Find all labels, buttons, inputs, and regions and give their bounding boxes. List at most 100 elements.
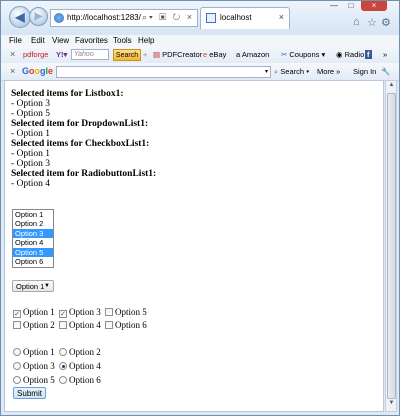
radio-button-selected[interactable]	[59, 362, 67, 370]
coupons-label: Coupons	[289, 50, 320, 59]
facebook-icon[interactable]: f	[365, 50, 372, 59]
result-line: - Option 3	[11, 159, 51, 169]
radio-label: Option 4	[69, 361, 101, 371]
listbox-option[interactable]: Option 6	[13, 257, 53, 266]
checkbox-label: Option 2	[23, 320, 55, 330]
checkbox[interactable]	[13, 321, 21, 329]
page-favicon	[54, 13, 64, 23]
checkbox-option[interactable]: Option 4	[59, 320, 101, 330]
more-button[interactable]: More »	[317, 67, 340, 76]
menu-view[interactable]: View	[52, 35, 69, 46]
scroll-up-icon[interactable]: ▲	[387, 82, 396, 92]
toolbar-pdforge: × pdforge Y!▾ Yahoo Search + ▤ PDFCreato…	[1, 46, 399, 64]
tab-close-icon[interactable]: ×	[279, 12, 284, 22]
radio-option[interactable]: Option 3	[13, 361, 55, 371]
address-url[interactable]: http://localhost:1283/ListBo	[67, 13, 141, 22]
checkbox[interactable]	[105, 308, 113, 316]
dropdown-arrow-icon: ▼	[44, 283, 50, 289]
forward-button[interactable]: ▶	[29, 7, 48, 26]
toolbar-close-icon[interactable]: ×	[10, 49, 15, 59]
result-heading: Selected item for RadiobuttonList1:	[11, 169, 157, 179]
address-tools-icons[interactable]: ⌕▾ ▣ ↻ ×	[142, 12, 194, 23]
scroll-down-icon[interactable]: ▼	[387, 400, 396, 410]
google-search-button[interactable]: ⌕ Search ▾	[274, 67, 309, 77]
result-heading: Selected items for Listbox1:	[11, 89, 124, 99]
radio-option[interactable]: Option 1	[13, 347, 55, 357]
radio-option[interactable]: Option 4	[59, 361, 101, 371]
search-chevron-icon: ▾	[304, 67, 310, 76]
radio-button[interactable]	[59, 376, 67, 384]
result-line: - Option 5	[11, 109, 51, 119]
scrollbar-thumb[interactable]	[387, 93, 396, 399]
listbox-option[interactable]: Option 4	[13, 238, 53, 247]
radio-icon: ◉	[336, 50, 345, 59]
yahoo-search-input[interactable]: Yahoo	[71, 49, 109, 60]
checkbox-option[interactable]: Option 6	[105, 320, 147, 330]
radio-button[interactable]	[13, 362, 21, 370]
minimize-button[interactable]: —	[327, 1, 341, 11]
favorites-star-icon[interactable]: ☆	[367, 16, 377, 29]
listbox1[interactable]: Option 1 Option 2 Option 3 Option 4 Opti…	[12, 209, 54, 268]
plus-icon[interactable]: +	[143, 50, 147, 59]
wrench-icon[interactable]: 🔧	[381, 67, 390, 76]
listbox-option[interactable]: Option 1	[13, 210, 53, 219]
checkbox[interactable]	[105, 321, 113, 329]
listbox-option[interactable]: Option 2	[13, 219, 53, 228]
menu-favorites[interactable]: Favorites	[75, 35, 108, 46]
radio-button[interactable]	[59, 348, 67, 356]
google-dropdown-icon[interactable]: ▾	[265, 68, 268, 75]
chevron-down-icon: ▾	[319, 50, 326, 59]
checkbox-label: Option 6	[115, 320, 147, 330]
menu-tools[interactable]: Tools	[113, 35, 132, 46]
radio-label: Radio	[344, 50, 365, 59]
google-search-input[interactable]: ▾	[56, 66, 271, 78]
listbox-option-selected[interactable]: Option 5	[13, 247, 53, 257]
checkbox-option[interactable]: Option 5	[105, 307, 147, 317]
checkbox-label: Option 4	[69, 320, 101, 330]
toolbar-ebay[interactable]: e eBay	[203, 50, 226, 59]
ebay-label: eBay	[209, 50, 227, 59]
radio-option[interactable]: Option 6	[59, 375, 101, 385]
radio-label: Option 1	[23, 347, 55, 357]
result-line: - Option 1	[11, 129, 51, 139]
menu-help[interactable]: Help	[138, 35, 154, 46]
toolbar-amazon[interactable]: a Amazon	[236, 50, 269, 59]
menu-edit[interactable]: Edit	[31, 35, 45, 46]
address-bar[interactable]: http://localhost:1283/ListBo ⌕▾ ▣ ↻ ×	[50, 9, 198, 27]
checkbox-option[interactable]: ✓ Option 3	[59, 307, 101, 318]
close-window-button[interactable]: ×	[361, 1, 387, 11]
toolbar-radio[interactable]: ◉ Radio	[336, 50, 364, 59]
signin-button[interactable]: Sign In	[353, 67, 376, 76]
result-line: - Option 4	[11, 179, 51, 189]
google-logo: Google	[22, 66, 54, 76]
vertical-scrollbar[interactable]: ▲ ▼	[385, 80, 397, 412]
overflow-chevron-icon[interactable]: »	[383, 50, 387, 59]
radio-option[interactable]: Option 2	[59, 347, 101, 357]
submit-button[interactable]: Submit	[13, 387, 46, 399]
checkbox-label: Option 3	[69, 307, 101, 317]
radio-option[interactable]: Option 5	[13, 375, 55, 385]
radio-label: Option 5	[23, 375, 55, 385]
google-toolbar-close-icon[interactable]: ×	[10, 66, 15, 76]
toolbar-coupons[interactable]: ✂ Coupons ▾	[281, 50, 325, 59]
dropdownlist1[interactable]: Option 1 ▼	[12, 280, 54, 292]
page-content: Selected items for Listbox1: - Option 3 …	[4, 80, 384, 412]
back-button[interactable]: ◀	[9, 6, 31, 28]
home-icon[interactable]: ⌂	[353, 16, 360, 28]
checkbox-option[interactable]: ✓ Option 1	[13, 307, 55, 318]
checkbox[interactable]: ✓	[59, 310, 67, 318]
checkbox[interactable]: ✓	[13, 310, 21, 318]
pdfcreator-icon: ▤	[153, 50, 163, 59]
checkbox-option[interactable]: Option 2	[13, 320, 55, 330]
radio-button[interactable]	[13, 376, 21, 384]
menu-file[interactable]: File	[9, 35, 22, 46]
radio-button[interactable]	[13, 348, 21, 356]
toolbar-pdfcreator[interactable]: ▤ PDFCreator	[153, 50, 202, 59]
settings-gear-icon[interactable]: ⚙	[381, 16, 391, 29]
listbox-option-selected[interactable]: Option 3	[13, 228, 53, 239]
checkbox[interactable]	[59, 321, 67, 329]
yahoo-search-button[interactable]: Search	[113, 49, 141, 61]
maximize-button[interactable]: □	[344, 1, 358, 11]
radio-label: Option 6	[69, 375, 101, 385]
tab-localhost[interactable]: localhost ×	[200, 7, 290, 29]
